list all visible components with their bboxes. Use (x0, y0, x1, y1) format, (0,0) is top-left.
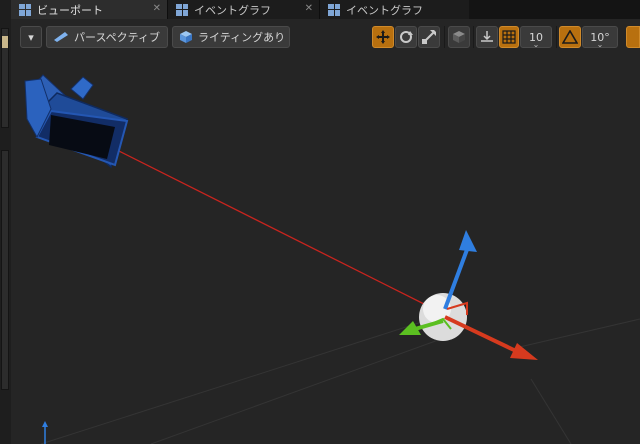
grid-snap-toggle[interactable] (499, 26, 519, 48)
lighting-label: ライティングあり (198, 31, 286, 44)
grid-snap-icon (502, 30, 516, 44)
tab-event-graph-2[interactable]: イベントグラフ ✕ (319, 0, 469, 19)
transform-gizmo[interactable] (399, 230, 538, 360)
close-icon[interactable]: ✕ (305, 3, 313, 14)
translate-icon (376, 30, 390, 44)
gizmo-z-arrowhead[interactable] (459, 230, 477, 252)
graph-icon (328, 3, 340, 16)
tab-label: ビューポート (37, 3, 103, 17)
perspective-icon (54, 32, 68, 42)
grid-snap-value-dropdown[interactable]: 10 ⌄ (520, 26, 552, 49)
surface-snap-button[interactable] (476, 26, 498, 48)
tab-label: イベントグラフ (194, 3, 271, 17)
tab-event-graph[interactable]: イベントグラフ ✕ (167, 0, 319, 19)
tab-bar: ビューポート ✕ イベントグラフ ✕ イベントグラフ ✕ (11, 0, 640, 19)
viewport-options-button[interactable]: ▾ (20, 26, 42, 48)
scale-tool-button[interactable] (418, 26, 440, 48)
chevron-down-icon: ⌄ (532, 40, 540, 49)
camera-aim-line (88, 135, 437, 311)
chevron-down-icon: ⌄ (596, 40, 604, 49)
surface-snap-icon (481, 31, 493, 42)
coordinate-space-button[interactable] (448, 26, 470, 48)
world-axis-indicator (42, 421, 48, 444)
scale-icon (422, 30, 436, 44)
close-icon[interactable]: ✕ (153, 3, 161, 14)
floor-grid-line (530, 378, 572, 444)
tab-label: イベントグラフ (346, 3, 423, 17)
floor-grid-line (150, 338, 442, 444)
graph-icon (176, 3, 188, 16)
floor-grid-line (510, 318, 640, 350)
toolbar-separator (473, 26, 474, 48)
tab-viewport[interactable]: ビューポート ✕ (11, 0, 167, 19)
viewport-grid-icon (19, 3, 31, 16)
toolbar-separator (444, 26, 445, 48)
dropdown-arrow-icon: ▾ (28, 30, 34, 44)
rotate-icon (400, 31, 413, 43)
side-panel-section (1, 150, 9, 390)
toolbar-separator (556, 26, 557, 48)
angle-snap-icon (562, 30, 578, 44)
lit-cube-icon (180, 31, 192, 43)
camera-actor[interactable] (24, 74, 129, 169)
rotate-tool-button[interactable] (395, 26, 417, 48)
lighting-mode-button[interactable]: ライティングあり (172, 26, 290, 48)
cube-icon (453, 31, 465, 43)
viewport-scene (24, 74, 640, 444)
translate-tool-button[interactable] (372, 26, 394, 48)
rotation-snap-toggle[interactable] (559, 26, 581, 48)
side-panel-highlight (2, 36, 8, 48)
perspective-label: パースペクティブ (74, 31, 161, 44)
level-viewport[interactable] (11, 19, 640, 444)
scale-snap-toggle[interactable] (626, 26, 640, 48)
perspective-button[interactable]: パースペクティブ (46, 26, 168, 48)
rotation-snap-value-dropdown[interactable]: 10° ⌄ (582, 26, 618, 49)
floor-grid-line (40, 318, 432, 444)
